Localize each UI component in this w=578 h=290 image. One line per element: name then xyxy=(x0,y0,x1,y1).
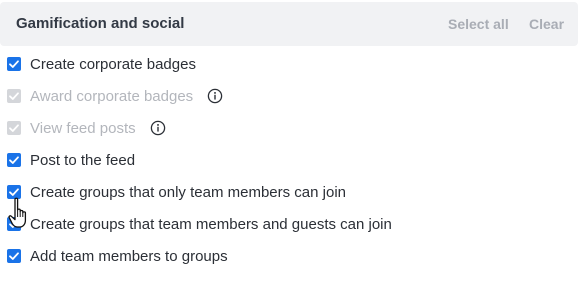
info-icon[interactable] xyxy=(150,120,166,136)
check-icon xyxy=(9,60,19,68)
checkbox[interactable] xyxy=(7,217,21,231)
checkbox[interactable] xyxy=(7,57,21,71)
checkbox[interactable] xyxy=(7,249,21,263)
checkbox xyxy=(7,89,21,103)
option-add-members-to-groups[interactable]: Add team members to groups xyxy=(7,246,228,266)
option-label: Create corporate badges xyxy=(30,55,196,73)
section-header: Gamification and social Select all Clear xyxy=(0,2,578,46)
check-icon xyxy=(9,124,19,132)
option-create-member-groups[interactable]: Create groups that only team members can… xyxy=(7,182,346,202)
check-icon xyxy=(9,188,19,196)
info-icon[interactable] xyxy=(207,88,223,104)
check-icon xyxy=(9,220,19,228)
option-create-member-guest-groups[interactable]: Create groups that team members and gues… xyxy=(7,214,392,234)
option-label: Award corporate badges xyxy=(30,87,194,105)
section-title: Gamification and social xyxy=(16,15,185,32)
option-label: Post to the feed xyxy=(30,151,136,169)
check-icon xyxy=(9,92,19,100)
checkbox xyxy=(7,121,21,135)
option-award-corporate-badges: Award corporate badges xyxy=(7,86,223,106)
option-label: Add team members to groups xyxy=(30,247,228,265)
clear-button[interactable]: Clear xyxy=(529,16,564,32)
permissions-panel: Gamification and social Select all Clear… xyxy=(0,0,578,290)
checkbox[interactable] xyxy=(7,153,21,167)
check-icon xyxy=(9,156,19,164)
option-label: View feed posts xyxy=(30,119,136,137)
select-all-button[interactable]: Select all xyxy=(448,16,509,32)
option-label: Create groups that team members and gues… xyxy=(30,215,392,233)
option-label: Create groups that only team members can… xyxy=(30,183,346,201)
check-icon xyxy=(9,252,19,260)
option-view-feed-posts: View feed posts xyxy=(7,118,166,138)
option-create-corporate-badges[interactable]: Create corporate badges xyxy=(7,54,196,74)
checkbox[interactable] xyxy=(7,185,21,199)
option-post-to-feed[interactable]: Post to the feed xyxy=(7,150,135,170)
